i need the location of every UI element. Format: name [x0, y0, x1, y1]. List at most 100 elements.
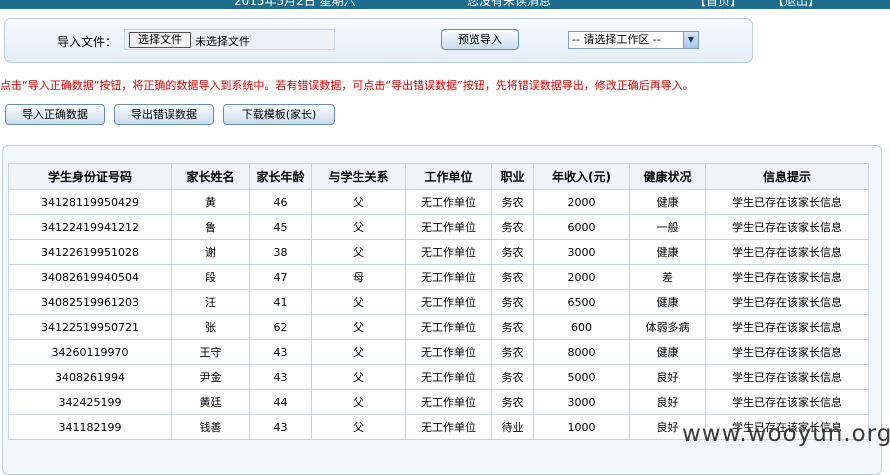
table-cell: 学生已存在该家长信息 — [705, 314, 869, 340]
table-row: 34082619940504 段 47 母无工作单位 务农 2000 差学生已存在该家长信息 — [8, 264, 869, 290]
table-cell: 谢 — [171, 239, 250, 265]
table-cell: 学生已存在该家长信息 — [705, 339, 869, 365]
table-header-row: 学生身份证号码 家长姓名 家长年龄 与学生关系 工作单位 职业 年收入(元) 健… — [8, 163, 869, 190]
home-link[interactable]: 【首页】 — [694, 0, 742, 8]
import-correct-data-button[interactable]: 导入正确数据 — [5, 104, 105, 125]
table-cell: 待业 — [491, 414, 534, 440]
table-cell: 务农 — [491, 364, 534, 390]
table-cell: 342425199 — [8, 389, 172, 415]
table-cell: 1000 — [533, 414, 630, 440]
column-header: 年收入(元) — [533, 163, 630, 190]
table-cell: 62 — [249, 314, 312, 340]
table-cell: 47 — [249, 264, 312, 290]
table-cell: 学生已存在该家长信息 — [705, 364, 869, 390]
logout-link[interactable]: 【退出】 — [772, 0, 820, 8]
table-cell: 无工作单位 — [405, 314, 492, 340]
table-cell: 父 — [311, 389, 406, 415]
table-cell: 学生已存在该家长信息 — [705, 189, 869, 215]
download-template-button[interactable]: 下载模板(家长) — [223, 104, 335, 125]
column-header: 与学生关系 — [311, 163, 406, 190]
export-error-data-button[interactable]: 导出错误数据 — [114, 104, 214, 125]
table-cell: 母 — [311, 264, 406, 290]
column-header: 健康状况 — [629, 163, 706, 190]
table-cell: 2000 — [533, 189, 630, 215]
table-row: 34122619951028 谢 38 父无工作单位 务农 3000 健康 学生已存在该家长信… — [8, 239, 869, 265]
table-cell: 2000 — [533, 264, 630, 290]
table-cell: 一般 — [629, 214, 706, 240]
table-cell: 8000 — [533, 339, 630, 365]
table-cell: 张 — [171, 314, 250, 340]
column-header: 家长年龄 — [249, 163, 312, 190]
column-header: 工作单位 — [405, 163, 492, 190]
table-cell: 34122619951028 — [8, 239, 172, 265]
table-cell: 良好 — [629, 389, 706, 415]
import-panel: 导入文件： 选择文件 未选择文件 预览导入 -- 请选择工作区 -- ▼ — [4, 18, 753, 63]
chevron-down-icon[interactable]: ▼ — [683, 32, 698, 48]
table-cell: 无工作单位 — [405, 264, 492, 290]
table-cell: 钱善 — [171, 414, 250, 440]
table-cell: 46 — [249, 189, 312, 215]
table-row: 34260119970 王守 43 父无工作单位 务农 8000 健康 学生已存在该家长信息 — [8, 339, 869, 365]
table-cell: 差 — [629, 264, 706, 290]
table-cell: 无工作单位 — [405, 214, 492, 240]
table-cell: 无工作单位 — [405, 364, 492, 390]
table-cell: 务农 — [491, 264, 534, 290]
choose-file-button[interactable]: 选择文件 — [129, 32, 191, 48]
table-row: 3408261994 尹金 43 父无工作单位 务农 5000 良好 学生已存在该家长信息 — [8, 364, 869, 390]
table-cell: 45 — [249, 214, 312, 240]
file-input[interactable]: 选择文件 未选择文件 — [124, 29, 335, 50]
table-cell: 34082519961203 — [8, 289, 172, 315]
table-cell: 43 — [249, 414, 312, 440]
table-cell: 黄 — [171, 189, 250, 215]
table-cell: 健康 — [629, 289, 706, 315]
table-cell: 3408261994 — [8, 364, 172, 390]
table-cell: 健康 — [629, 189, 706, 215]
table-cell: 健康 — [629, 239, 706, 265]
column-header: 学生身份证号码 — [8, 163, 172, 190]
table-row: 342425199 黄廷 44 父无工作单位 务农 3000 良好 学生已存在该家长信息 — [8, 389, 869, 415]
table-cell: 34128119950429 — [8, 189, 172, 215]
table-row: 34122519950721 张 62 父无工作单位 务农 600 体弱多病 学生已存在该家长… — [8, 314, 869, 340]
table-row: 34122419941212 鲁 45 父无工作单位 务农 6000 一般 学生已存在该家长信… — [8, 214, 869, 240]
column-header: 家长姓名 — [171, 163, 250, 190]
table-cell: 43 — [249, 364, 312, 390]
table-cell: 学生已存在该家长信息 — [705, 289, 869, 315]
table-cell: 王守 — [171, 339, 250, 365]
table-cell: 学生已存在该家长信息 — [705, 239, 869, 265]
table-cell: 学生已存在该家长信息 — [705, 214, 869, 240]
table-cell: 34260119970 — [8, 339, 172, 365]
workspace-select-value: -- 请选择工作区 -- — [572, 33, 661, 46]
table-row: 34082519961203 汪 41 父无工作单位 务农 6500 健康 学生已存在该家长信… — [8, 289, 869, 315]
table-cell: 务农 — [491, 189, 534, 215]
table-cell: 段 — [171, 264, 250, 290]
table-cell: 务农 — [491, 339, 534, 365]
table-cell: 尹金 — [171, 364, 250, 390]
table-cell: 3000 — [533, 239, 630, 265]
table-cell: 无工作单位 — [405, 389, 492, 415]
top-status-bar: 2015年5月2日 星期六 您没有未读消息 【首页】 【退出】 — [0, 0, 890, 9]
table-cell: 鲁 — [171, 214, 250, 240]
table-cell: 600 — [533, 314, 630, 340]
table-cell: 无工作单位 — [405, 339, 492, 365]
table-cell: 38 — [249, 239, 312, 265]
unread-message-notice[interactable]: 您没有未读消息 — [467, 0, 551, 8]
table-cell: 体弱多病 — [629, 314, 706, 340]
table-cell: 学生已存在该家长信息 — [705, 389, 869, 415]
column-header: 信息提示 — [705, 163, 869, 190]
preview-import-button[interactable]: 预览导入 — [441, 29, 519, 50]
table-cell: 6000 — [533, 214, 630, 240]
table-cell: 务农 — [491, 289, 534, 315]
table-cell: 无工作单位 — [405, 414, 492, 440]
table-cell: 34082619940504 — [8, 264, 172, 290]
table-cell: 无工作单位 — [405, 289, 492, 315]
table-cell: 5000 — [533, 364, 630, 390]
workspace-select[interactable]: -- 请选择工作区 -- ▼ — [568, 31, 699, 49]
table-cell: 34122419941212 — [8, 214, 172, 240]
table-cell: 父 — [311, 364, 406, 390]
table-cell: 无工作单位 — [405, 189, 492, 215]
table-cell: 汪 — [171, 289, 250, 315]
table-cell: 学生已存在该家长信息 — [705, 264, 869, 290]
watermark: www.wooyun.org — [682, 421, 890, 447]
current-date: 2015年5月2日 星期六 — [234, 0, 356, 8]
import-file-label: 导入文件： — [57, 35, 118, 49]
